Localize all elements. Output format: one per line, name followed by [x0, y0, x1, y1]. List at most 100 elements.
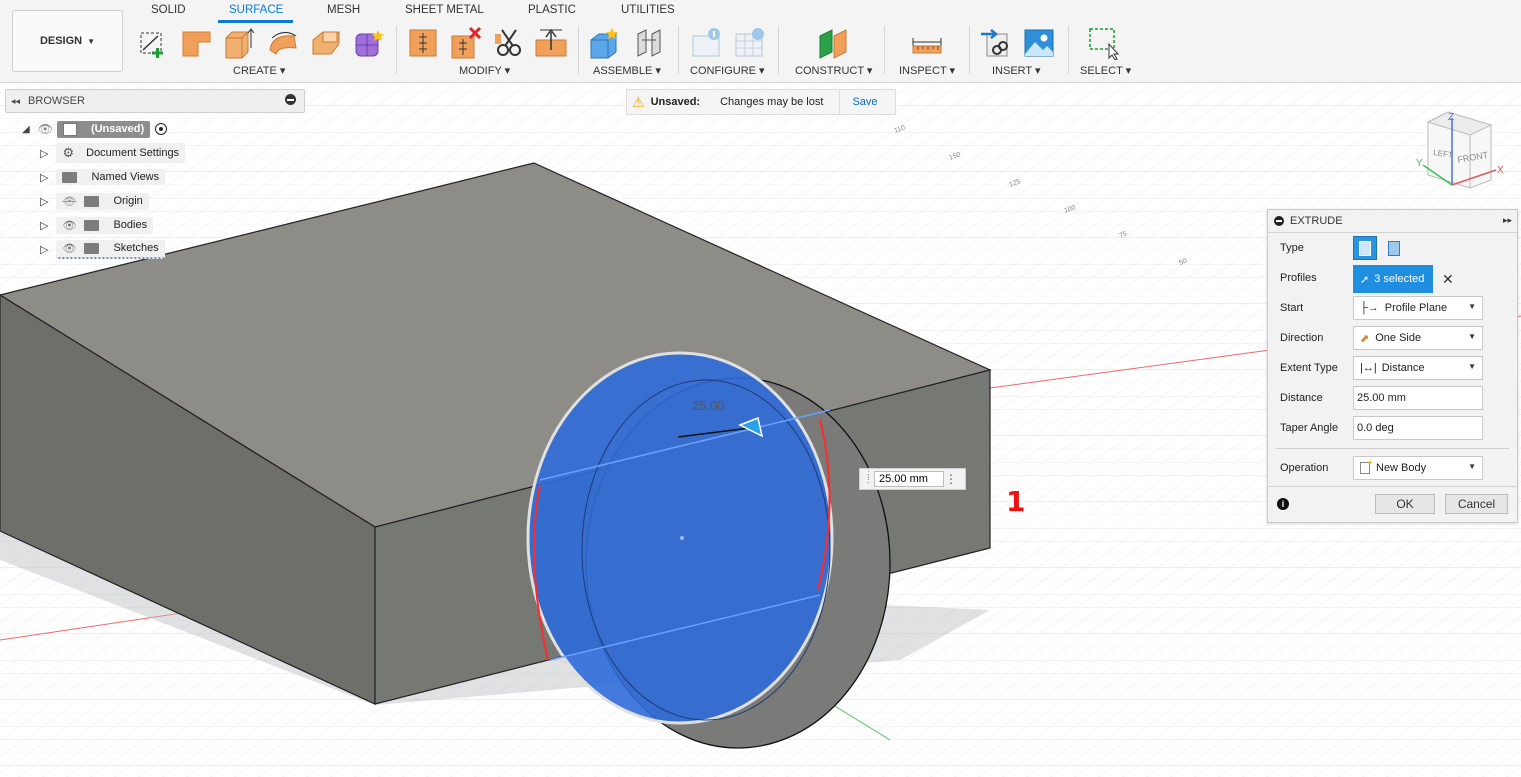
- offset-plane-icon[interactable]: [816, 26, 850, 60]
- folder-icon: [84, 219, 100, 231]
- insert-image-icon[interactable]: [1022, 26, 1056, 60]
- start-select[interactable]: ├→ Profile Plane ▼: [1353, 296, 1483, 320]
- tab-plastic[interactable]: PLASTIC: [528, 4, 576, 16]
- info-icon[interactable]: i: [1277, 498, 1289, 510]
- hidden-eye-icon[interactable]: 👁: [62, 195, 76, 208]
- profiles-selection-button[interactable]: ➚ 3 selected: [1353, 265, 1433, 293]
- extrude-header[interactable]: EXTRUDE ▸▸: [1268, 210, 1517, 233]
- revolve-icon[interactable]: [266, 26, 300, 60]
- select-menu[interactable]: SELECT ▾: [1080, 64, 1131, 77]
- extent-type-select[interactable]: |↔| Distance ▼: [1353, 356, 1483, 380]
- patch-icon[interactable]: [309, 26, 343, 60]
- toolbar: DESIGN ▼ SOLID SURFACE MESH SHEET METAL …: [0, 0, 1521, 83]
- tab-utilities[interactable]: UTILITIES: [621, 4, 675, 16]
- joint-icon[interactable]: [632, 26, 666, 60]
- viewcube-x-label: X: [1497, 165, 1504, 176]
- taper-angle-input[interactable]: [1353, 416, 1483, 440]
- document-settings-label[interactable]: ⚙ Document Settings: [56, 143, 186, 163]
- browser-root-row[interactable]: ◢ 👁 (Unsaved): [22, 119, 168, 139]
- browser-item-named-views[interactable]: ▷ Named Views: [40, 167, 166, 187]
- extrude-icon[interactable]: [222, 26, 256, 60]
- toolbar-divider: [884, 26, 885, 74]
- direction-select[interactable]: ⬈ One Side ▼: [1353, 326, 1483, 350]
- cancel-button[interactable]: Cancel: [1445, 494, 1508, 514]
- tab-sheet-metal[interactable]: SHEET METAL: [405, 4, 484, 16]
- measure-icon[interactable]: [910, 26, 944, 60]
- tab-solid[interactable]: SOLID: [151, 4, 186, 16]
- browser-minimize-icon[interactable]: [285, 94, 296, 105]
- ok-button[interactable]: OK: [1375, 494, 1435, 514]
- taper-angle-row: Taper Angle: [1268, 415, 1517, 443]
- visibility-eye-icon[interactable]: 👁: [62, 242, 76, 255]
- assemble-menu[interactable]: ASSEMBLE ▾: [593, 64, 661, 77]
- create-form-icon[interactable]: [352, 26, 386, 60]
- inspect-menu[interactable]: INSPECT ▾: [899, 64, 955, 77]
- new-component-icon[interactable]: [588, 26, 622, 60]
- expand-dialog-icon[interactable]: ▸▸: [1503, 215, 1512, 226]
- extrude-surface-icon[interactable]: [180, 26, 214, 60]
- unsaved-message: Changes may be lost: [720, 96, 824, 108]
- browser-item-bodies[interactable]: ▷ 👁 Bodies: [40, 215, 154, 235]
- chevron-down-icon: ▼: [1468, 462, 1476, 471]
- insert-derive-icon[interactable]: [979, 26, 1013, 60]
- start-label: Start: [1280, 302, 1304, 314]
- distance-dimension-input[interactable]: [874, 471, 944, 487]
- expand-triangle-icon[interactable]: ◢: [22, 124, 30, 135]
- active-tab-indicator: [218, 20, 293, 23]
- divider: [839, 90, 841, 114]
- root-component-label[interactable]: (Unsaved): [56, 120, 151, 138]
- extent-type-label: Extent Type: [1280, 362, 1338, 374]
- toolbar-divider: [678, 26, 679, 74]
- bodies-label[interactable]: 👁 Bodies: [56, 216, 154, 234]
- sketches-label[interactable]: 👁 Sketches: [56, 239, 165, 259]
- type-solid-option-icon[interactable]: [1353, 236, 1377, 260]
- tab-mesh[interactable]: MESH: [327, 4, 360, 16]
- split-scissors-icon[interactable]: [492, 26, 526, 60]
- browser-item-sketches[interactable]: ▷ 👁 Sketches: [40, 239, 165, 259]
- browser-item-origin[interactable]: ▷ 👁 Origin: [40, 191, 149, 211]
- expand-triangle-icon[interactable]: ▷: [40, 219, 48, 232]
- modify-menu[interactable]: MODIFY ▾: [459, 64, 510, 77]
- expand-triangle-icon[interactable]: ▷: [40, 243, 48, 256]
- visibility-eye-icon[interactable]: 👁: [62, 219, 76, 232]
- construct-menu[interactable]: CONSTRUCT ▾: [795, 64, 872, 77]
- collapse-dialog-icon[interactable]: [1274, 216, 1284, 226]
- configure-menu[interactable]: CONFIGURE ▾: [690, 64, 765, 77]
- type-thin-option-icon[interactable]: [1382, 236, 1406, 260]
- one-side-icon: ⬈: [1360, 332, 1370, 345]
- tab-surface[interactable]: SURFACE: [229, 4, 283, 16]
- folder-icon: [84, 242, 100, 254]
- extrude-title: EXTRUDE: [1290, 215, 1343, 227]
- select-window-icon[interactable]: [1087, 26, 1121, 60]
- origin-label[interactable]: 👁 Origin: [56, 192, 149, 210]
- offset-icon[interactable]: [534, 26, 568, 60]
- more-options-icon[interactable]: ⋮: [945, 472, 957, 486]
- expand-triangle-icon[interactable]: ▷: [40, 195, 48, 208]
- distance-input[interactable]: [1353, 386, 1483, 410]
- browser-item-document-settings[interactable]: ▷ ⚙ Document Settings: [40, 143, 186, 163]
- design-workspace-button[interactable]: DESIGN ▼: [12, 10, 123, 72]
- activate-radio-icon[interactable]: [155, 123, 168, 135]
- create-sketch-icon[interactable]: [136, 26, 170, 60]
- named-views-label[interactable]: Named Views: [56, 169, 166, 185]
- expand-triangle-icon[interactable]: ▷: [40, 171, 48, 184]
- press-pull-icon[interactable]: [406, 26, 440, 60]
- configure-rules-icon[interactable]: [733, 26, 767, 60]
- insert-menu[interactable]: INSERT ▾: [992, 64, 1041, 77]
- operation-select[interactable]: ✦ New Body ▼: [1353, 456, 1483, 480]
- unsaved-title: Unsaved:: [650, 96, 701, 108]
- taper-angle-label: Taper Angle: [1280, 422, 1339, 434]
- create-menu[interactable]: CREATE ▾: [233, 64, 285, 77]
- clear-selection-icon[interactable]: ✕: [1442, 271, 1454, 288]
- configure-table-icon[interactable]: [690, 26, 724, 60]
- folder-icon: [62, 171, 78, 183]
- expand-triangle-icon[interactable]: ▷: [40, 147, 48, 160]
- trim-icon[interactable]: [450, 26, 484, 60]
- toolbar-divider: [578, 26, 579, 74]
- drag-handle-icon[interactable]: ⋮ ⋮: [864, 470, 873, 484]
- save-link[interactable]: Save: [852, 96, 877, 108]
- browser-header[interactable]: ◂◂ BROWSER: [5, 89, 305, 113]
- collapse-browser-icon[interactable]: ◂◂: [11, 96, 20, 107]
- section-divider: [1276, 448, 1509, 449]
- visibility-eye-icon[interactable]: 👁: [38, 122, 53, 136]
